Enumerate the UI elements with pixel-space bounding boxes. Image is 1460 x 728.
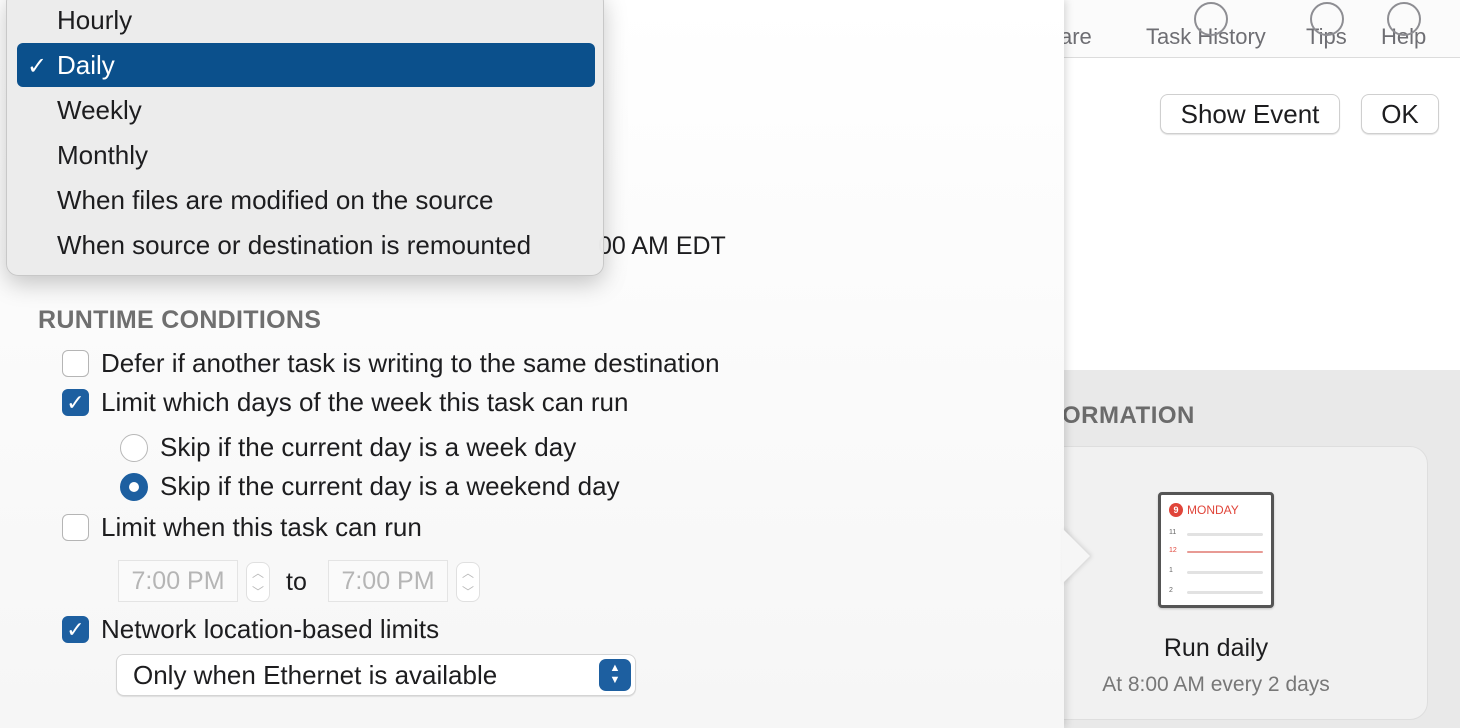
checkmark-icon: ✓	[66, 389, 85, 415]
calendar-hour-label: 2	[1169, 587, 1173, 594]
calendar-hour-row: 1	[1169, 567, 1263, 577]
defer-label: Defer if another task is writing to the …	[101, 348, 720, 378]
card-subtitle: At 8:00 AM every 2 days	[1102, 673, 1330, 696]
question-icon	[1387, 2, 1421, 36]
calendar-day-number: 9	[1169, 503, 1183, 517]
checkmark-icon: ✓	[27, 53, 48, 80]
frequency-dropdown-menu: Hourly ✓ Daily Weekly Monthly When files…	[6, 0, 604, 276]
menu-item-label: Weekly	[57, 94, 142, 125]
end-time-field[interactable]: 7:00 PM	[328, 560, 448, 602]
network-limits-label: Network location-based limits	[101, 614, 440, 644]
toolbar-task-history-button[interactable]: Task History	[1146, 2, 1266, 50]
defer-option[interactable]: Defer if another task is writing to the …	[62, 348, 720, 379]
defer-checkbox[interactable]	[62, 350, 89, 377]
scheduled-time-text: 00 AM EDT	[598, 232, 726, 260]
chevron-up-icon[interactable]: ︿	[462, 567, 474, 579]
limit-time-option[interactable]: Limit when this task can run	[62, 512, 422, 543]
menu-item-remounted[interactable]: When source or destination is remounted	[17, 223, 595, 267]
checkmark-icon: ✓	[66, 616, 85, 642]
show-event-button[interactable]: Show Event	[1160, 94, 1340, 134]
toolbar-help-button[interactable]: Help	[1381, 2, 1426, 50]
start-time-stepper[interactable]: ︿ ﹀	[246, 562, 270, 602]
skip-weekend-radio[interactable]	[120, 472, 148, 501]
network-limits-checkbox[interactable]: ✓	[62, 616, 89, 643]
card-title: Run daily	[1163, 634, 1269, 662]
limit-time-checkbox[interactable]	[62, 514, 89, 541]
time-range-to-label: to	[286, 568, 307, 596]
limit-time-label: Limit when this task can run	[101, 512, 422, 542]
menu-item-label: When files are modified on the source	[57, 184, 494, 215]
ok-button[interactable]: OK	[1361, 94, 1439, 134]
calendar-weekday: MONDAY	[1187, 503, 1239, 517]
calendar-hour-label: 12	[1169, 547, 1177, 554]
skip-weekday-label: Skip if the current day is a week day	[160, 432, 577, 462]
skip-weekend-label: Skip if the current day is a weekend day	[160, 471, 620, 501]
calendar-hour-row: 12	[1169, 547, 1263, 557]
menu-item-label: When source or destination is remounted	[57, 229, 532, 260]
calendar-header: 9 MONDAY	[1169, 503, 1239, 517]
calendar-hour-row: 2	[1169, 587, 1263, 597]
start-time-field[interactable]: 7:00 PM	[118, 560, 238, 602]
skip-weekday-radio[interactable]	[120, 433, 148, 462]
menu-item-weekly[interactable]: Weekly	[17, 88, 595, 132]
information-section-title: ORMATION	[1062, 402, 1195, 429]
clock-icon	[1194, 2, 1228, 36]
speech-bubble-icon	[1310, 2, 1344, 36]
runtime-conditions-title: RUNTIME CONDITIONS	[38, 306, 322, 334]
sheet-pointer-arrow	[1062, 528, 1090, 584]
limit-days-option[interactable]: ✓ Limit which days of the week this task…	[62, 387, 628, 418]
menu-item-daily[interactable]: ✓ Daily	[17, 43, 595, 87]
menu-item-label: Daily	[57, 49, 115, 80]
skip-weekday-option[interactable]: Skip if the current day is a week day	[120, 432, 576, 463]
menu-item-hourly[interactable]: Hourly	[17, 0, 595, 42]
popup-arrows-icon: ▲ ▼	[599, 659, 631, 691]
menu-item-label: Hourly	[57, 4, 133, 35]
menu-item-files-modified[interactable]: When files are modified on the source	[17, 178, 595, 222]
network-condition-popup[interactable]: Only when Ethernet is available ▲ ▼	[116, 654, 636, 696]
menu-item-monthly[interactable]: Monthly	[17, 133, 595, 177]
chevron-down-icon[interactable]: ﹀	[462, 586, 474, 598]
calendar-hour-row: 11	[1169, 529, 1263, 539]
calendar-icon: 9 MONDAY 11 12 1 2	[1158, 492, 1274, 608]
skip-weekend-option[interactable]: Skip if the current day is a weekend day	[120, 471, 620, 502]
network-condition-value: Only when Ethernet is available	[133, 659, 498, 690]
share-label: are	[1060, 24, 1092, 49]
calendar-hour-label: 1	[1169, 567, 1173, 574]
chevron-up-icon[interactable]: ︿	[252, 567, 264, 579]
toolbar: are Task History Tips Help	[1060, 0, 1460, 58]
end-time-stepper[interactable]: ︿ ﹀	[456, 562, 480, 602]
network-limits-option[interactable]: ✓ Network location-based limits	[62, 614, 439, 645]
limit-days-checkbox[interactable]: ✓	[62, 389, 89, 416]
chevron-down-icon[interactable]: ﹀	[252, 586, 264, 598]
menu-item-label: Monthly	[57, 139, 149, 170]
toolbar-share-button[interactable]: are	[1060, 24, 1092, 50]
limit-days-label: Limit which days of the week this task c…	[101, 387, 629, 417]
calendar-hour-label: 11	[1169, 529, 1177, 536]
toolbar-tips-button[interactable]: Tips	[1306, 2, 1347, 50]
